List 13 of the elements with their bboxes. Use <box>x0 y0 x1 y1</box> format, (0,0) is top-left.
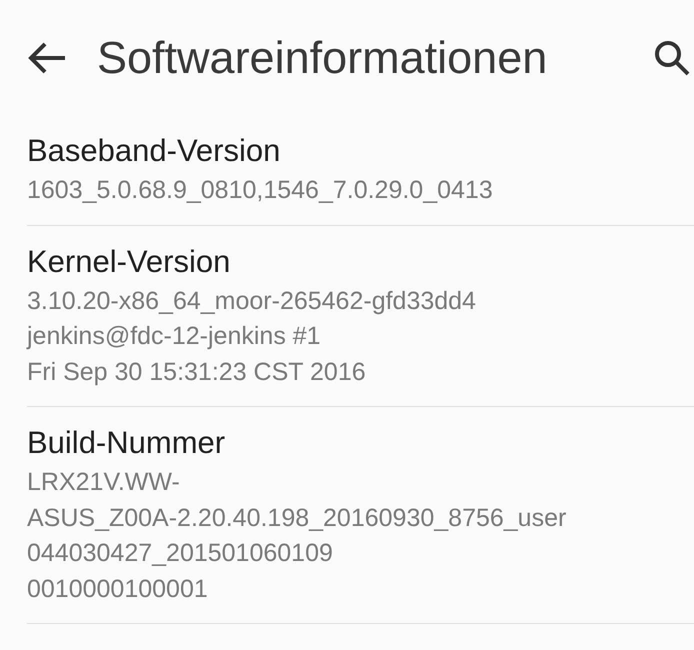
setting-title: Baseband-Version <box>27 132 282 170</box>
setting-value: 1603_5.0.68.9_0810,1546_7.0.29.0_0413 <box>27 175 494 206</box>
setting-value: 0010000100001 <box>27 574 209 604</box>
setting-value: ASUS_Z00A-2.20.40.198_20160930_8756_user <box>27 502 568 534</box>
setting-value: Fri Sep 30 15:31:23 CST 2016 <box>27 356 367 388</box>
back-arrow-icon[interactable] <box>27 40 67 74</box>
setting-value: 044030427_201501060109 <box>27 538 334 569</box>
screen-title: Softwareinformationen <box>97 32 548 84</box>
setting-value: 3.10.20-x86_64_moor-265462-gfd33dd4 <box>27 286 477 316</box>
setting-value: LRX21V.WW- <box>27 467 181 498</box>
setting-title: Build-Nummer <box>27 424 226 462</box>
setting-value: jenkins@fdc-12-jenkins #1 <box>27 321 322 352</box>
setting-title: Kernel-Version <box>27 242 232 280</box>
